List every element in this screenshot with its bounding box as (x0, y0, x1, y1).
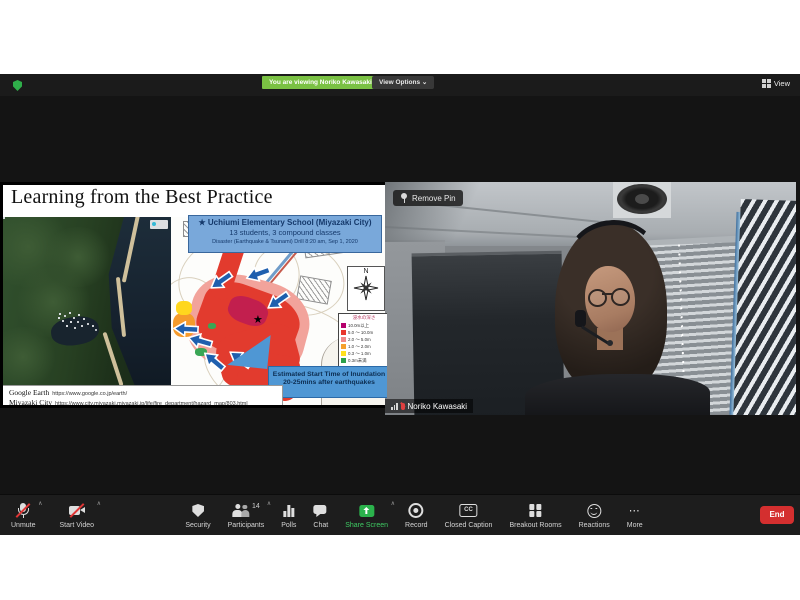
school-location-star: ★ (253, 315, 263, 326)
end-meeting-button[interactable]: End (760, 506, 794, 524)
source-url[interactable]: https://www.city.miyazaki.miyazaki.jp/li… (55, 401, 247, 407)
breakout-rooms-icon (529, 504, 542, 517)
pin-icon (400, 193, 408, 203)
share-screen-button[interactable]: ∧ Share Screen (340, 495, 393, 535)
participant-person (385, 182, 796, 415)
start-video-button[interactable]: ∧ Start Video (55, 495, 100, 535)
shoulders (525, 374, 710, 415)
chat-icon (314, 504, 328, 518)
view-button[interactable]: View (762, 77, 790, 89)
security-shield-icon (192, 504, 204, 517)
compass-rose: N (347, 266, 385, 311)
inundation-depth-legend: 浸水の深さ 10.0m以上 5.0 ～ 10.0m 2.0 ～ 5.0m 1.0… (338, 313, 390, 371)
chevron-up-icon[interactable]: ∧ (267, 500, 271, 507)
headset-earcup (575, 310, 586, 327)
record-button[interactable]: Record (400, 495, 433, 535)
remove-pin-button[interactable]: Remove Pin (393, 190, 463, 206)
participants-icon (232, 503, 250, 519)
closed-caption-button[interactable]: CC Closed Caption (440, 495, 498, 535)
participant-video[interactable]: Remove Pin Noriko Kawasaki (385, 182, 796, 415)
reactions-button[interactable]: Reactions (574, 495, 615, 535)
participant-name-tag: Noriko Kawasaki (385, 399, 473, 413)
encryption-shield-icon[interactable] (13, 80, 22, 91)
view-grid-icon (762, 79, 771, 88)
share-screen-icon (359, 505, 374, 517)
connection-signal-icon (391, 403, 398, 410)
view-options-button[interactable]: View Options ⌄ (372, 76, 434, 89)
school-info-box: ★ Uchiumi Elementary School (Miyazaki Ci… (188, 215, 382, 253)
participants-button[interactable]: 14 ∧ Participants (223, 495, 270, 535)
closed-caption-icon: CC (460, 504, 478, 517)
reactions-smiley-icon (587, 504, 601, 518)
security-button[interactable]: Security (180, 495, 215, 535)
record-icon (409, 503, 424, 518)
shared-screen-slide: Learning from the Best Practice (0, 182, 390, 408)
chevron-up-icon[interactable]: ∧ (97, 500, 101, 507)
source-links: Google Earthhttps://www.google.co.jp/ear… (3, 385, 283, 405)
camera-off-icon (68, 502, 86, 520)
chat-button[interactable]: Chat (308, 495, 333, 535)
inundation-time-callout: Estimated Start Time of Inundation 20-25… (268, 366, 390, 398)
meeting-top-bar: You are viewing Noriko Kawasaki's screen… (0, 74, 800, 96)
source-name: Miyazaki City (9, 398, 52, 407)
compass-star-icon (353, 275, 379, 301)
unmute-button[interactable]: ∧ Unmute (6, 495, 41, 535)
participants-count: 14 (252, 503, 260, 510)
chevron-up-icon[interactable]: ∧ (391, 500, 395, 507)
more-dots-icon: ⋯ (629, 506, 641, 516)
breakout-rooms-button[interactable]: Breakout Rooms (504, 495, 566, 535)
polls-button[interactable]: Polls (276, 495, 301, 535)
satellite-map-image (3, 217, 171, 385)
zoom-meeting-window: You are viewing Noriko Kawasaki's screen… (0, 74, 800, 535)
map-marker-label (150, 220, 168, 229)
slide-title: Learning from the Best Practice (11, 186, 273, 209)
chevron-down-icon: ⌄ (422, 79, 427, 86)
meeting-toolbar: ∧ Unmute ∧ Start Video Security 14 ∧ Par… (0, 494, 800, 535)
chevron-up-icon[interactable]: ∧ (38, 500, 42, 507)
more-button[interactable]: ⋯ More (622, 495, 648, 535)
polls-icon (283, 504, 294, 517)
microphone-muted-icon (15, 502, 31, 520)
town-buildings (3, 217, 5, 219)
muted-mic-icon (401, 403, 405, 410)
callout-pointer (227, 331, 270, 369)
